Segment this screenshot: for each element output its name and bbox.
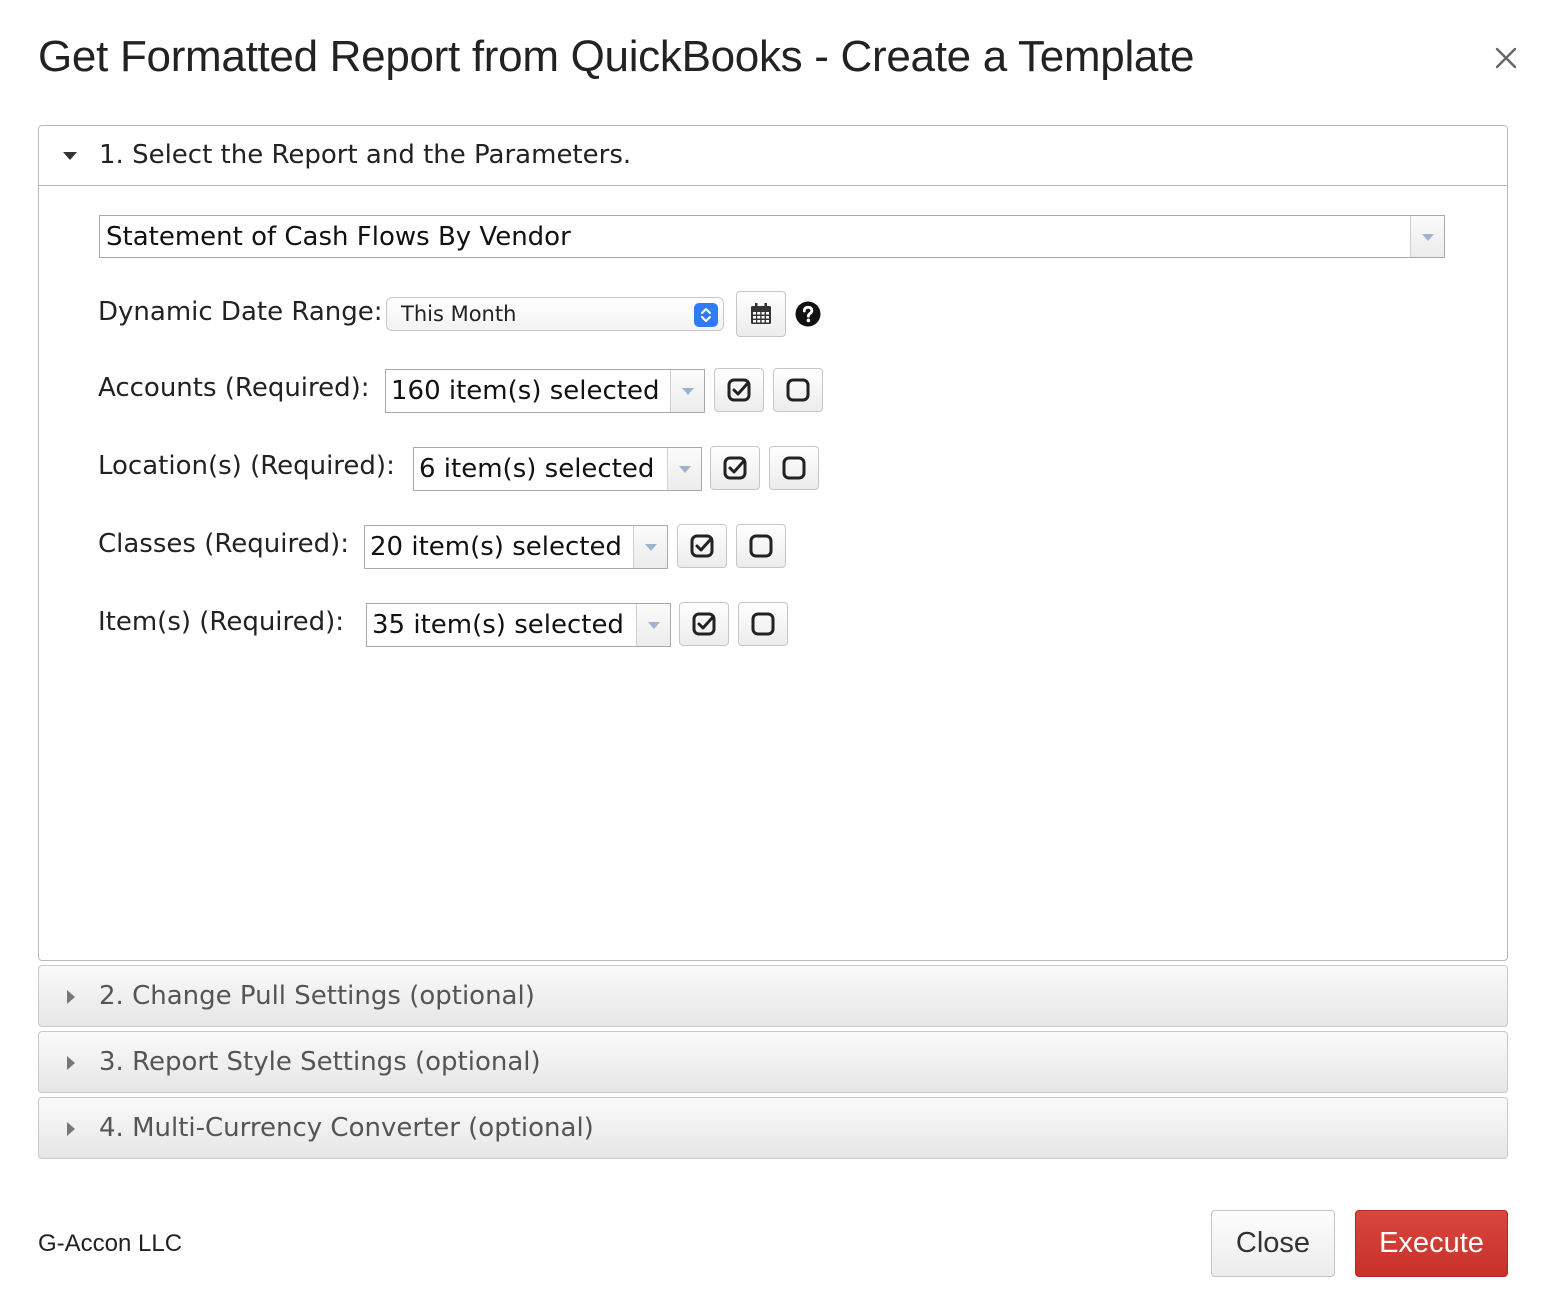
- classes-deselect-all-button[interactable]: [736, 524, 786, 568]
- locations-value: 6 item(s) selected: [419, 454, 655, 484]
- items-multiselect[interactable]: 35 item(s) selected: [366, 603, 671, 647]
- items-deselect-all-button[interactable]: [738, 602, 788, 646]
- check-square-icon: [692, 612, 716, 636]
- chevron-down-icon[interactable]: [1410, 216, 1444, 257]
- section-select-report: 1. Select the Report and the Parameters.…: [38, 125, 1508, 961]
- expand-triangle-icon: [67, 990, 75, 1004]
- accounts-label: Accounts (Required):: [98, 373, 370, 403]
- report-select[interactable]: Statement of Cash Flows By Vendor: [99, 215, 1445, 258]
- section-report-style[interactable]: 3. Report Style Settings (optional): [38, 1031, 1508, 1093]
- close-x-icon[interactable]: [1488, 40, 1524, 76]
- company-name: G-Accon LLC: [38, 1230, 183, 1257]
- expand-triangle-icon: [67, 1056, 75, 1070]
- calendar-button[interactable]: [736, 291, 786, 337]
- square-icon: [786, 378, 810, 402]
- accounts-deselect-all-button[interactable]: [773, 368, 823, 412]
- items-select-all-button[interactable]: [679, 602, 729, 646]
- accounts-multiselect[interactable]: 160 item(s) selected: [385, 369, 705, 413]
- date-range-select[interactable]: This Month: [386, 297, 724, 331]
- execute-button[interactable]: Execute: [1355, 1210, 1508, 1277]
- section-pull-settings[interactable]: 2. Change Pull Settings (optional): [38, 965, 1508, 1027]
- items-label: Item(s) (Required):: [98, 607, 345, 637]
- accounts-value: 160 item(s) selected: [391, 376, 660, 406]
- locations-select-all-button[interactable]: [710, 446, 760, 490]
- locations-deselect-all-button[interactable]: [769, 446, 819, 490]
- collapse-triangle-icon: [63, 152, 77, 160]
- section-4-title: 4. Multi-Currency Converter (optional): [99, 1113, 594, 1143]
- select-spinner-icon: [694, 303, 718, 327]
- locations-label: Location(s) (Required):: [98, 451, 395, 481]
- section-1-header[interactable]: 1. Select the Report and the Parameters.: [39, 126, 1507, 186]
- chevron-down-icon[interactable]: [633, 526, 667, 568]
- calendar-icon: [751, 303, 771, 324]
- section-3-title: 3. Report Style Settings (optional): [99, 1047, 541, 1077]
- locations-multiselect[interactable]: 6 item(s) selected: [413, 447, 702, 491]
- square-icon: [782, 456, 806, 480]
- accounts-select-all-button[interactable]: [714, 368, 764, 412]
- classes-multiselect[interactable]: 20 item(s) selected: [364, 525, 668, 569]
- square-icon: [751, 612, 775, 636]
- items-value: 35 item(s) selected: [372, 610, 624, 640]
- date-range-value: This Month: [401, 302, 517, 326]
- classes-label: Classes (Required):: [98, 529, 349, 559]
- chevron-down-icon[interactable]: [667, 448, 701, 490]
- section-multi-currency[interactable]: 4. Multi-Currency Converter (optional): [38, 1097, 1508, 1159]
- check-square-icon: [690, 534, 714, 558]
- expand-triangle-icon: [67, 1122, 75, 1136]
- question-circle-icon[interactable]: [795, 301, 821, 327]
- close-button[interactable]: Close: [1211, 1210, 1335, 1277]
- dialog-title: Get Formatted Report from QuickBooks - C…: [38, 32, 1195, 81]
- report-select-value: Statement of Cash Flows By Vendor: [106, 222, 571, 252]
- check-square-icon: [723, 456, 747, 480]
- section-2-title: 2. Change Pull Settings (optional): [99, 981, 535, 1011]
- check-square-icon: [727, 378, 751, 402]
- square-icon: [749, 534, 773, 558]
- classes-value: 20 item(s) selected: [370, 532, 622, 562]
- section-1-title: 1. Select the Report and the Parameters.: [99, 140, 632, 170]
- chevron-down-icon[interactable]: [636, 604, 670, 646]
- create-template-dialog: Get Formatted Report from QuickBooks - C…: [0, 0, 1558, 1306]
- chevron-down-icon[interactable]: [670, 370, 704, 412]
- date-range-label: Dynamic Date Range:: [98, 297, 383, 327]
- classes-select-all-button[interactable]: [677, 524, 727, 568]
